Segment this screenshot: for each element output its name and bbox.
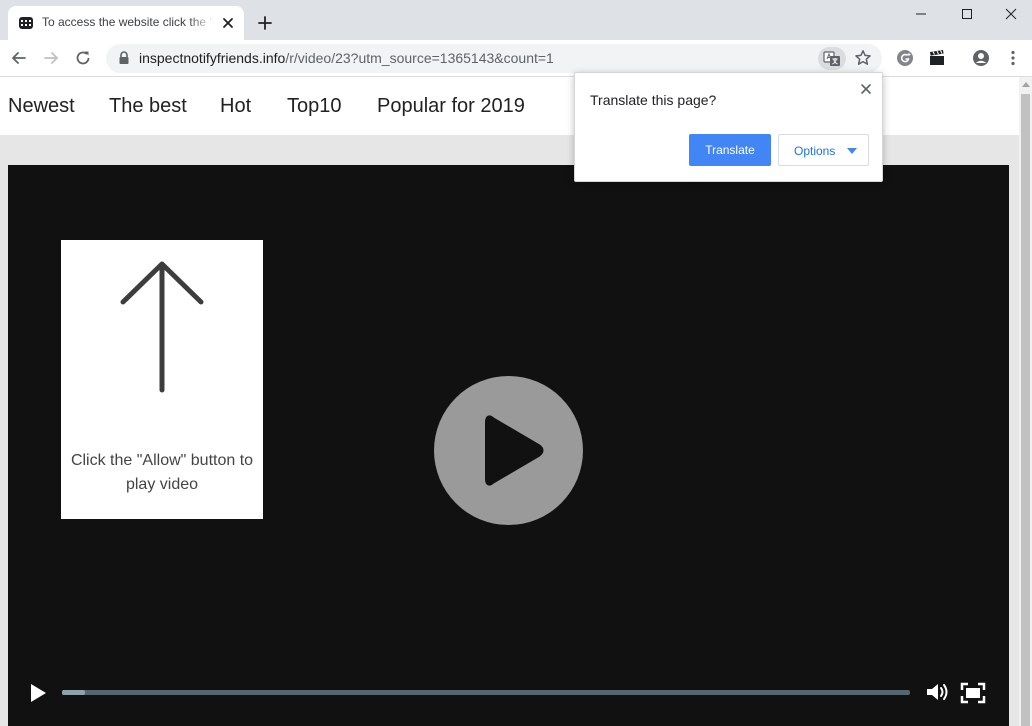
nav-item-popular-2019[interactable]: Popular for 2019 xyxy=(377,95,525,118)
fullscreen-icon[interactable] xyxy=(960,682,986,704)
profile-button[interactable] xyxy=(971,48,991,68)
more-vert-icon xyxy=(1011,50,1015,66)
options-button[interactable]: Options xyxy=(778,134,869,166)
page-scrollbar[interactable] xyxy=(1019,77,1032,726)
arrow-left-icon xyxy=(12,52,26,64)
new-tab-icon[interactable] xyxy=(256,14,274,32)
reload-icon xyxy=(76,51,90,65)
translate-bubble-title: Translate this page? xyxy=(590,92,717,108)
close-icon xyxy=(1005,8,1017,20)
clapperboard-icon xyxy=(930,50,944,65)
account-icon xyxy=(973,50,989,66)
clapperboard-extension-button[interactable] xyxy=(927,48,947,68)
options-label: Options xyxy=(794,144,836,158)
maximize-icon xyxy=(962,9,972,19)
forward-button[interactable] xyxy=(41,48,61,68)
minimize-icon xyxy=(916,13,926,15)
video-progress-fill xyxy=(62,690,85,695)
tab-strip: To access the website click the "Allow" … xyxy=(0,0,1032,40)
big-play-button[interactable] xyxy=(434,376,583,525)
url-host: inspectnotifyfriends.info xyxy=(139,50,286,66)
url-text: inspectnotifyfriends.info/r/video/23?utm… xyxy=(139,50,554,66)
minimize-button[interactable] xyxy=(898,0,944,28)
control-play-icon[interactable] xyxy=(28,682,48,704)
nav-item-top10[interactable]: Top10 xyxy=(287,95,342,118)
play-icon xyxy=(485,415,544,486)
arrow-up-icon xyxy=(120,261,204,393)
extension-g-icon xyxy=(897,50,913,66)
translate-icon xyxy=(823,50,840,66)
site-favicon-icon xyxy=(19,17,33,29)
close-window-button[interactable] xyxy=(988,0,1032,28)
address-bar[interactable]: inspectnotifyfriends.info/r/video/23?utm… xyxy=(106,44,882,73)
translate-button[interactable]: Translate xyxy=(689,134,771,166)
menu-button[interactable] xyxy=(1003,48,1023,68)
extension-button[interactable] xyxy=(895,48,915,68)
translate-page-button[interactable] xyxy=(818,47,846,70)
allow-prompt-card: Click the "Allow" button to play video xyxy=(61,240,263,519)
allow-prompt-text: Click the "Allow" button to play video xyxy=(70,452,254,493)
scroll-up-arrow-icon[interactable] xyxy=(1022,82,1030,87)
tab-close-icon[interactable] xyxy=(220,15,236,31)
arrow-right-icon xyxy=(44,52,58,64)
scroll-thumb[interactable] xyxy=(1021,94,1030,726)
video-player[interactable]: Click the "Allow" button to play video xyxy=(8,165,1009,726)
tab-title: To access the website click the "Allow" … xyxy=(42,15,214,29)
bookmark-star-icon[interactable] xyxy=(854,49,872,67)
reload-button[interactable] xyxy=(73,48,93,68)
browser-tab[interactable]: To access the website click the "Allow" … xyxy=(8,6,244,40)
caret-down-icon xyxy=(847,148,857,154)
lock-icon xyxy=(119,51,129,64)
translate-bubble: Translate this page? Translate Options xyxy=(574,72,883,182)
video-progress-bar[interactable] xyxy=(62,690,910,695)
nav-item-hot[interactable]: Hot xyxy=(220,95,251,118)
nav-item-the-best[interactable]: The best xyxy=(109,95,187,118)
close-icon[interactable] xyxy=(859,82,873,96)
maximize-button[interactable] xyxy=(944,0,990,28)
url-path: /r/video/23?utm_source=1365143&count=1 xyxy=(285,50,554,66)
volume-icon[interactable] xyxy=(925,681,951,703)
back-button[interactable] xyxy=(9,48,29,68)
nav-item-newest[interactable]: Newest xyxy=(8,95,75,118)
